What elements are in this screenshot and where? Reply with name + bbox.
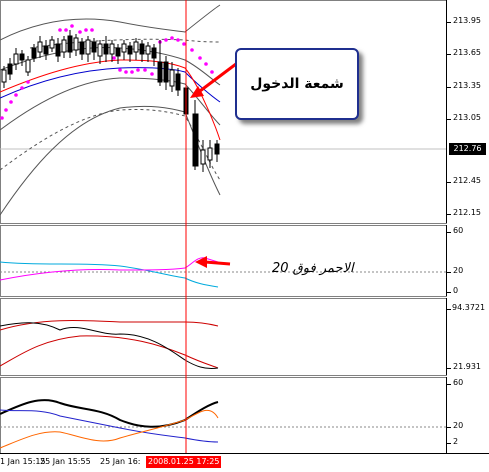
bollinger-lower-outer [0, 105, 221, 216]
minus-di-orange [0, 409, 219, 449]
dashed-band-lower [0, 108, 221, 181]
red-arrow-line [204, 260, 231, 266]
annotation-arrow [195, 62, 237, 96]
crosshair-time-label: 2008.01.25 17:25 [146, 456, 222, 468]
red-stoch-lower [0, 335, 219, 369]
black-stoch [0, 322, 219, 369]
time-axis: 1 Jan 15:15 25 Jan 15:55 25 Jan 16: 2008… [0, 453, 489, 472]
adx-black [0, 399, 219, 428]
time-label: 25 Jan 16: [100, 457, 141, 466]
magenta-line [0, 257, 219, 281]
time-label: 1 Jan 15:15 [0, 457, 46, 466]
bollinger-upper-outer [0, 4, 221, 41]
entry-candle-label: شمعة الدخول [250, 76, 344, 92]
red-above-20-annotation: الاحمر فوق 20 [272, 261, 354, 276]
time-label: 25 Jan 15:55 [40, 457, 91, 466]
entry-candle-annotation: شمعة الدخول [235, 48, 359, 120]
red-stoch [0, 320, 219, 331]
parabolic-sar-dots [0, 24, 214, 120]
